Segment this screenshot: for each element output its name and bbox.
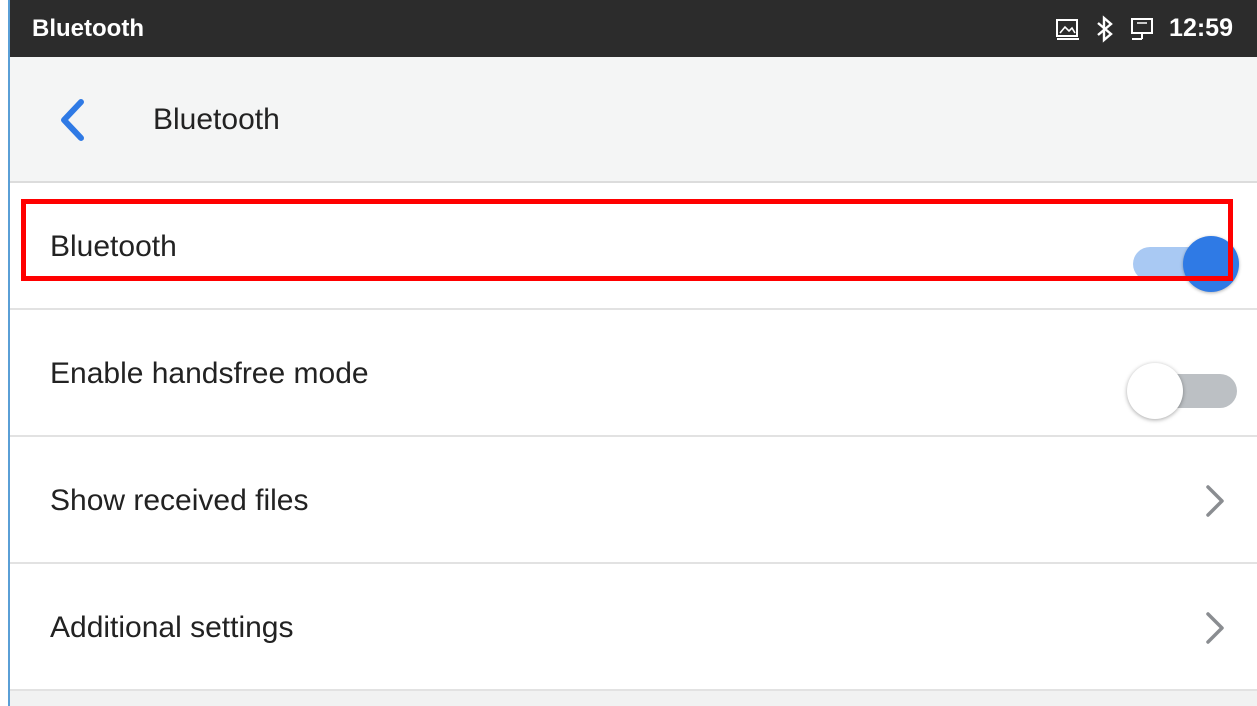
clock: 12:59 — [1169, 14, 1233, 42]
status-icons: 12:59 — [1041, 0, 1233, 57]
toggle-thumb — [1127, 363, 1183, 419]
status-bar: Bluetooth 12:59 — [10, 0, 1257, 57]
toggle-thumb — [1183, 236, 1239, 292]
settings-screen: Bluetooth 12:59 Bluetooth Bluetooth Enab… — [10, 0, 1257, 706]
handsfree-label: Enable handsfree mode — [50, 357, 369, 390]
back-button[interactable] — [50, 95, 94, 145]
page-title: Bluetooth — [153, 103, 280, 136]
screenshot-icon — [1055, 17, 1081, 41]
handsfree-setting-row[interactable]: Enable handsfree mode — [10, 311, 1257, 437]
handsfree-toggle[interactable] — [1127, 360, 1237, 419]
monitor-icon — [1129, 16, 1155, 42]
additional-settings-row[interactable]: Additional settings — [10, 565, 1257, 691]
chevron-left-icon — [61, 99, 84, 141]
received-files-row[interactable]: Show received files — [10, 438, 1257, 564]
received-files-label: Show received files — [50, 484, 309, 517]
chevron-right-icon — [1206, 485, 1224, 517]
additional-settings-label: Additional settings — [50, 611, 294, 644]
app-header: Bluetooth — [10, 57, 1257, 183]
bottom-band — [10, 691, 1257, 706]
status-bar-title: Bluetooth — [32, 15, 144, 42]
bluetooth-toggle[interactable] — [1133, 233, 1239, 292]
chevron-right-icon — [1206, 612, 1224, 644]
bluetooth-label: Bluetooth — [50, 230, 177, 263]
bluetooth-setting-row[interactable]: Bluetooth — [10, 184, 1257, 310]
bluetooth-icon — [1095, 14, 1115, 43]
